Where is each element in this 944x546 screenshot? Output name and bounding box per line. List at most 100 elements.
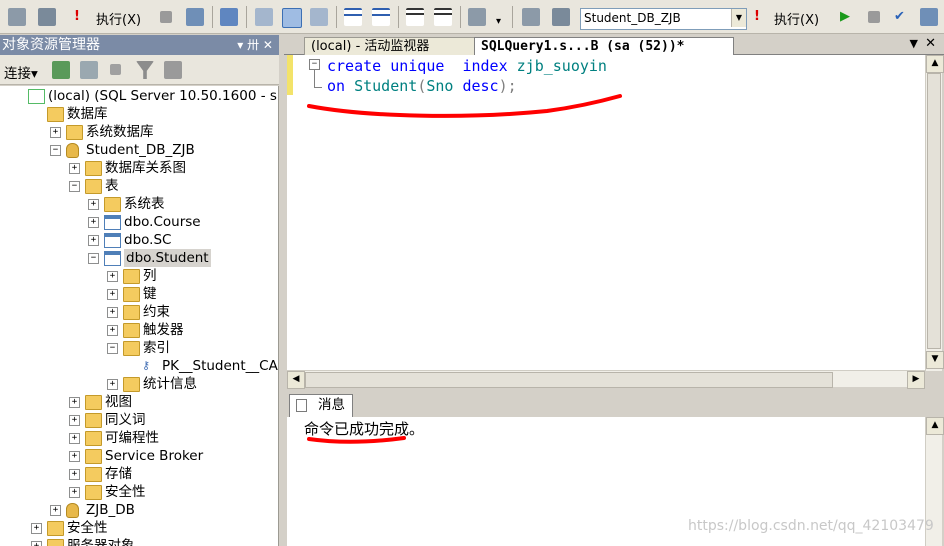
expand-node-icon[interactable]: +: [88, 235, 99, 246]
tree-node[interactable]: + 安全性: [0, 519, 278, 537]
expand-node-icon[interactable]: +: [50, 505, 61, 516]
object-explorer-title: 对象资源管理器: [2, 37, 100, 53]
expand-node-icon[interactable]: +: [69, 415, 80, 426]
debug-run-icon[interactable]: ▶: [840, 9, 850, 24]
expand-node-icon[interactable]: +: [88, 217, 99, 228]
expand-node-icon[interactable]: +: [31, 541, 42, 546]
collapse-node-icon[interactable]: −: [69, 181, 80, 192]
tree-node[interactable]: − dbo.Student: [0, 249, 278, 267]
tree-node[interactable]: + 存储: [0, 465, 278, 483]
tree-node[interactable]: + 键: [0, 285, 278, 303]
stop-icon-2[interactable]: [868, 11, 880, 23]
tree-node[interactable]: − 索引: [0, 339, 278, 357]
expand-node-icon[interactable]: +: [88, 199, 99, 210]
results-grid-icon[interactable]: [282, 8, 302, 28]
close-tab-icon[interactable]: ✕: [925, 36, 936, 51]
execute-button-2[interactable]: 执行(X): [774, 9, 819, 28]
scroll-thumb[interactable]: [927, 73, 941, 349]
tree-node[interactable]: + dbo.SC: [0, 231, 278, 249]
toolbar-separator: [336, 6, 337, 28]
tree-node[interactable]: + 数据库关系图: [0, 159, 278, 177]
sql-editor[interactable]: − create unique index zjb_suoyin on Stud…: [287, 55, 941, 370]
tree-node[interactable]: (local) (SQL Server 10.50.1600 - s: [0, 87, 278, 105]
tree-node[interactable]: + 可编程性: [0, 429, 278, 447]
tree-node[interactable]: + 触发器: [0, 321, 278, 339]
tree-node[interactable]: + 视图: [0, 393, 278, 411]
connect-icon[interactable]: [52, 61, 70, 79]
collapse-node-icon[interactable]: −: [107, 343, 118, 354]
expand-node-icon[interactable]: +: [69, 397, 80, 408]
tab-sql-query[interactable]: SQLQuery1.s...B (sa (52))*: [474, 37, 734, 56]
scroll-right-icon[interactable]: ▶: [907, 371, 925, 389]
tree-node[interactable]: + 统计信息: [0, 375, 278, 393]
tree-node[interactable]: − Student_DB_ZJB: [0, 141, 278, 159]
stop-icon[interactable]: [160, 11, 172, 23]
tree-node[interactable]: + 同义词: [0, 411, 278, 429]
execute-button[interactable]: 执行(X): [96, 9, 141, 28]
filter-icon[interactable]: [136, 61, 154, 79]
tree-node[interactable]: + ZJB_DB: [0, 501, 278, 519]
scroll-up-icon[interactable]: ▲: [926, 55, 944, 73]
tree-node[interactable]: + Service Broker: [0, 447, 278, 465]
expand-node-icon[interactable]: +: [107, 307, 118, 318]
debug-icon[interactable]: [186, 8, 204, 26]
scroll-up-icon[interactable]: ▲: [926, 417, 944, 435]
increase-indent-icon[interactable]: [434, 8, 452, 26]
specify-values-icon[interactable]: [468, 8, 486, 26]
tree-node[interactable]: 数据库: [0, 105, 278, 123]
decrease-indent-icon[interactable]: [406, 8, 424, 26]
database-combo[interactable]: Student_DB_ZJB ▼: [580, 8, 747, 30]
expand-node-icon[interactable]: +: [107, 325, 118, 336]
stop-icon[interactable]: [110, 64, 121, 75]
window-pin-close-icon[interactable]: ▾ 卅 ✕: [237, 35, 273, 55]
uncomment-icon[interactable]: [372, 8, 390, 26]
expand-node-icon[interactable]: +: [69, 469, 80, 480]
expand-node-icon[interactable]: +: [107, 379, 118, 390]
toolbar-separator: [246, 6, 247, 28]
query-options-icon[interactable]: [255, 8, 273, 26]
tab-messages[interactable]: 消息: [289, 394, 353, 417]
expand-node-icon[interactable]: +: [69, 433, 80, 444]
tree-node-label: 系统数据库: [86, 124, 154, 140]
tree-node[interactable]: + 列: [0, 267, 278, 285]
display-plan-icon[interactable]: [220, 8, 238, 26]
disconnect-icon[interactable]: [80, 61, 98, 79]
scroll-left-icon[interactable]: ◀: [287, 371, 305, 389]
expand-node-icon[interactable]: +: [69, 163, 80, 174]
scroll-down-icon[interactable]: ▼: [926, 351, 944, 369]
tree-node[interactable]: + 系统数据库: [0, 123, 278, 141]
collapse-node-icon[interactable]: −: [50, 145, 61, 156]
expand-node-icon[interactable]: +: [69, 487, 80, 498]
connect-button[interactable]: 连接▾: [4, 62, 38, 82]
toolbar-overflow-icon[interactable]: ▾: [496, 16, 501, 27]
tab-list-chevron-icon[interactable]: ▼: [910, 37, 918, 50]
expand-node-icon[interactable]: +: [107, 271, 118, 282]
editor-horizontal-scrollbar[interactable]: ◀ ▶: [287, 370, 925, 389]
tree-node[interactable]: + dbo.Course: [0, 213, 278, 231]
tree-node[interactable]: + 服务器对象: [0, 537, 278, 546]
refresh-icon[interactable]: [164, 61, 182, 79]
parse-check-icon[interactable]: ✔: [894, 9, 905, 24]
editor-vertical-scrollbar[interactable]: ▲ ▼: [925, 55, 944, 371]
expand-node-icon[interactable]: +: [50, 127, 61, 138]
expand-node-icon[interactable]: +: [107, 289, 118, 300]
tree-node-label: dbo.Student: [124, 249, 211, 267]
comment-icon[interactable]: [344, 8, 362, 26]
parse-icon[interactable]: [38, 8, 56, 26]
results-to-grid-icon[interactable]: [8, 8, 26, 26]
chevron-down-icon[interactable]: ▼: [731, 9, 746, 27]
debug-icon-2[interactable]: [920, 8, 938, 26]
scroll-thumb[interactable]: [305, 372, 833, 388]
object-explorer-icon[interactable]: [522, 8, 540, 26]
change-connection-icon[interactable]: [552, 8, 570, 26]
tree-node[interactable]: + 安全性: [0, 483, 278, 501]
expand-node-icon[interactable]: +: [69, 451, 80, 462]
tree-node[interactable]: − 表: [0, 177, 278, 195]
tree-node[interactable]: + 约束: [0, 303, 278, 321]
results-text-icon[interactable]: [310, 8, 328, 26]
tree-node[interactable]: + 系统表: [0, 195, 278, 213]
tree-node[interactable]: ⚷ PK__Student__CA1FE46: [0, 357, 278, 375]
collapse-node-icon[interactable]: −: [88, 253, 99, 264]
expand-node-icon[interactable]: +: [31, 523, 42, 534]
tab-activity-monitor[interactable]: (local) - 活动监视器: [304, 37, 486, 56]
